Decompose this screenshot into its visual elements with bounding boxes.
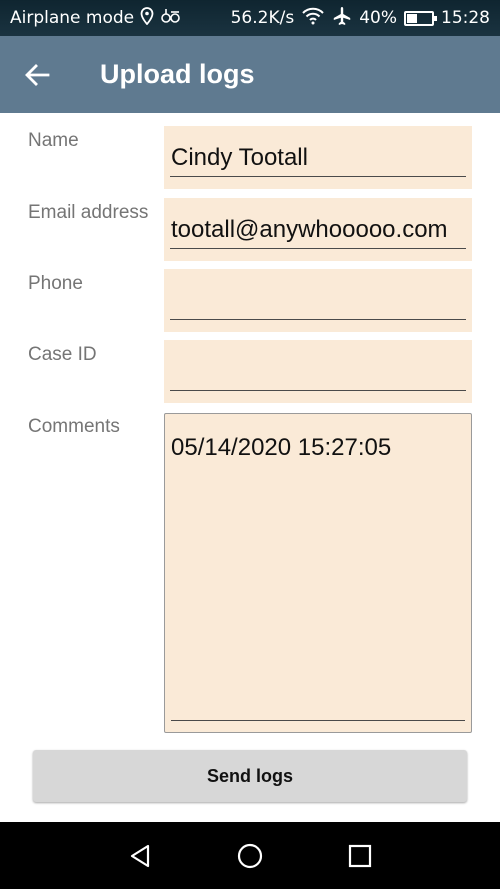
phone-label: Phone [28,273,83,294]
comments-value: 05/14/2020 15:27:05 [171,434,392,461]
comments-textarea[interactable]: 05/14/2020 15:27:05 [164,413,472,733]
airplane-mode-text: Airplane mode [10,8,135,28]
case-id-field[interactable] [164,340,472,403]
email-underline [170,248,466,249]
back-button[interactable] [0,36,76,113]
name-label: Name [28,130,79,151]
nav-back-button[interactable] [110,822,170,889]
airplane-icon [332,6,352,31]
email-field[interactable]: tootall@anywhooooo.com [164,198,472,261]
app-toolbar: Upload logs [0,36,500,113]
nav-back-icon [130,844,150,867]
phone-row: Phone [0,256,500,334]
system-nav-bar [0,822,500,889]
phone-underline [170,319,466,320]
data-saver-icon [160,8,180,29]
status-bar: Airplane mode 56.2K/s 40% 15:28 [0,0,500,36]
clock: 15:28 [441,8,490,28]
name-row: Name Cindy Tootall [0,113,500,191]
comments-label: Comments [28,416,120,437]
wifi-icon [301,7,325,30]
case-id-row: Case ID [0,327,500,405]
battery-percent: 40% [359,8,397,28]
send-logs-button[interactable]: Send logs [33,750,467,802]
battery-level [407,13,417,23]
email-value: tootall@anywhooooo.com [171,216,448,243]
nav-recents-icon [348,844,372,867]
page-title: Upload logs [100,59,255,89]
nav-home-button[interactable] [220,822,280,889]
back-arrow-icon [25,63,50,86]
nav-recents-button[interactable] [330,822,390,889]
name-field[interactable]: Cindy Tootall [164,126,472,189]
name-underline [170,176,466,177]
location-icon [140,6,154,30]
case-id-label: Case ID [28,344,97,365]
battery-icon [404,10,437,26]
network-speed: 56.2K/s [230,8,295,28]
phone-field[interactable] [164,269,472,332]
comments-underline [171,720,465,721]
nav-home-icon [237,843,263,868]
case-id-underline [170,390,466,391]
email-label: Email address [28,202,149,223]
name-value: Cindy Tootall [171,144,308,171]
email-row: Email address tootall@anywhooooo.com [0,185,500,263]
